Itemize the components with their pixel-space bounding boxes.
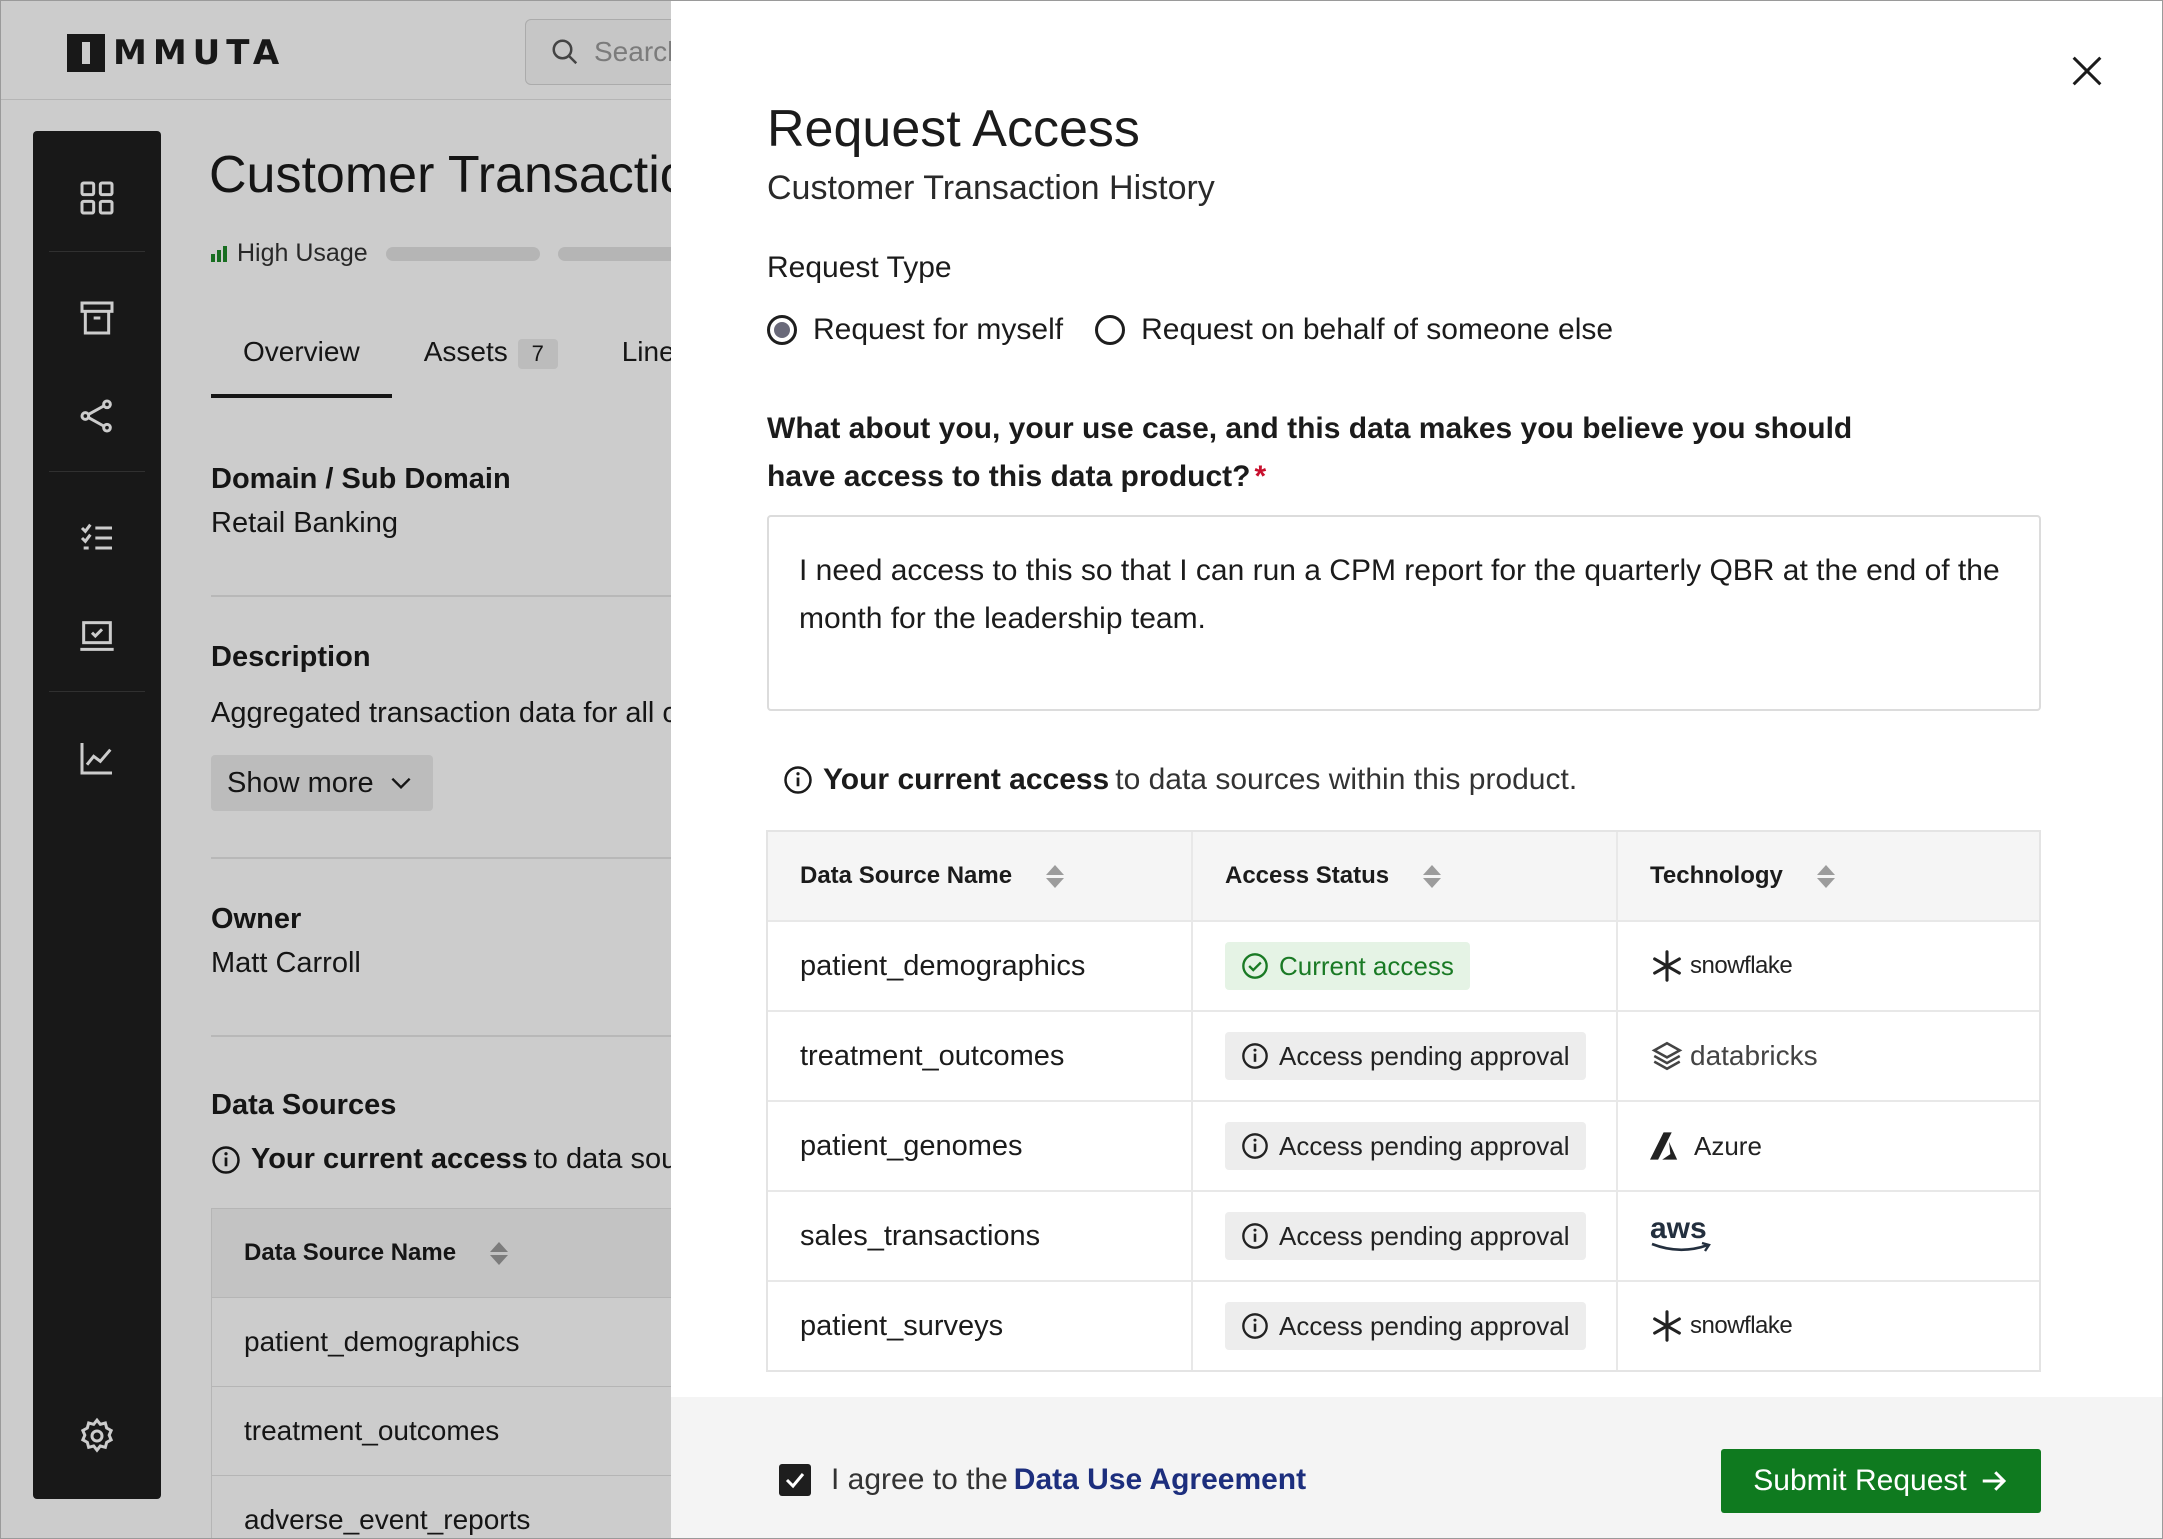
justification-textarea[interactable]: I need access to this so that I can run … <box>767 515 2041 711</box>
request-type-radio-group: Request for myself Request on behalf of … <box>767 313 1645 347</box>
snowflake-icon <box>1653 1310 1681 1342</box>
data-source-name: patient_demographics <box>768 922 1193 1010</box>
column-header-technology[interactable]: Technology <box>1618 832 2039 920</box>
snowflake-icon <box>1653 950 1681 982</box>
arrow-right-icon <box>1982 1471 2006 1491</box>
sort-icon <box>1816 864 1835 888</box>
radio-request-on-behalf[interactable]: Request on behalf of someone else <box>1095 313 1613 347</box>
info-icon <box>1242 1313 1268 1339</box>
request-type-label: Request Type <box>767 251 952 284</box>
access-table: Data Source Name Access Status Technolog… <box>766 830 2041 1372</box>
table-row[interactable]: sales_transactions Access pending approv… <box>768 1190 2039 1280</box>
azure-icon <box>1650 1132 1678 1160</box>
databricks-icon <box>1651 1041 1683 1071</box>
radio-button-checked[interactable] <box>767 315 797 345</box>
access-status-cell: Access pending approval <box>1193 1012 1618 1100</box>
snowflake-logo: snowflake <box>1650 949 1793 983</box>
access-status-cell: Access pending approval <box>1193 1282 1618 1370</box>
table-header-row: Data Source Name Access Status Technolog… <box>768 832 2039 920</box>
column-header-data-source-name[interactable]: Data Source Name <box>768 832 1193 920</box>
technology-cell: aws <box>1618 1192 2039 1280</box>
request-access-drawer: Request Access Customer Transaction Hist… <box>671 1 2162 1538</box>
table-row[interactable]: patient_surveys Access pending approval … <box>768 1280 2039 1370</box>
access-status-cell: Access pending approval <box>1193 1192 1618 1280</box>
aws-logo: aws <box>1650 1214 1720 1255</box>
radio-button-unchecked[interactable] <box>1095 315 1126 345</box>
agreement-row: I agree to the Data Use Agreement <box>779 1463 1306 1497</box>
agree-checkbox[interactable] <box>779 1464 811 1496</box>
status-badge-pending: Access pending approval <box>1225 1032 1586 1080</box>
close-button[interactable] <box>2067 51 2107 91</box>
app-window: MMUTA Search Customer Transaction Histor… <box>0 0 2163 1539</box>
aws-smile-icon <box>1651 1241 1711 1252</box>
modal-footer: I agree to the Data Use Agreement Submit… <box>671 1397 2162 1538</box>
submit-request-button[interactable]: Submit Request <box>1721 1449 2041 1513</box>
info-icon <box>1242 1043 1268 1069</box>
radio-request-for-myself[interactable]: Request for myself <box>767 313 1063 347</box>
data-source-name: patient_surveys <box>768 1282 1193 1370</box>
technology-cell: databricks <box>1618 1012 2039 1100</box>
table-row[interactable]: patient_genomes Access pending approval … <box>768 1100 2039 1190</box>
data-use-agreement-link[interactable]: Data Use Agreement <box>1014 1463 1306 1497</box>
azure-logo: Azure <box>1650 1131 1762 1162</box>
access-status-cell: Current access <box>1193 922 1618 1010</box>
required-marker: * <box>1254 460 1267 493</box>
sort-icon <box>1046 864 1065 888</box>
technology-cell: snowflake <box>1618 1282 2039 1370</box>
data-source-name: treatment_outcomes <box>768 1012 1193 1100</box>
status-badge-pending: Access pending approval <box>1225 1212 1586 1260</box>
sort-icon <box>1423 864 1442 888</box>
status-badge-pending: Access pending approval <box>1225 1122 1586 1170</box>
technology-cell: Azure <box>1618 1102 2039 1190</box>
modal-subtitle: Customer Transaction History <box>767 169 1215 207</box>
access-status-cell: Access pending approval <box>1193 1102 1618 1190</box>
info-icon <box>1242 1133 1268 1159</box>
data-source-name: sales_transactions <box>768 1192 1193 1280</box>
info-icon <box>784 766 812 794</box>
table-row[interactable]: patient_demographics Current access snow… <box>768 920 2039 1010</box>
modal-title: Request Access <box>767 100 1140 158</box>
info-icon <box>1242 1223 1268 1249</box>
justification-question: What about you, your use case, and this … <box>767 412 1853 493</box>
current-access-note: Your current access to data sources withi… <box>783 763 1577 797</box>
status-badge-pending: Access pending approval <box>1225 1302 1586 1350</box>
table-row[interactable]: treatment_outcomes Access pending approv… <box>768 1010 2039 1100</box>
data-source-name: patient_genomes <box>768 1102 1193 1190</box>
close-icon <box>2072 56 2102 86</box>
technology-cell: snowflake <box>1618 922 2039 1010</box>
snowflake-logo: snowflake <box>1650 1309 1793 1343</box>
status-badge-current: Current access <box>1225 942 1470 990</box>
column-header-access-status[interactable]: Access Status <box>1193 832 1618 920</box>
databricks-logo: databricks <box>1650 1039 1818 1073</box>
check-circle-icon <box>1242 953 1268 979</box>
checkmark-icon <box>785 1473 805 1489</box>
agree-label: I agree to the <box>831 1463 1008 1496</box>
